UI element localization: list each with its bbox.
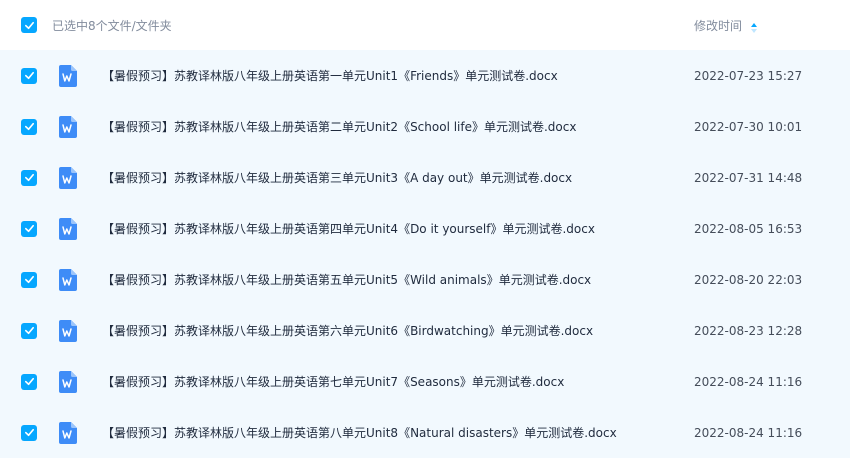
checkmark-icon	[24, 71, 34, 80]
file-modified-time: 2022-08-24 11:16	[694, 374, 803, 389]
checkmark-icon	[24, 377, 34, 386]
selection-count-label: 已选中8个文件/文件夹	[52, 18, 172, 33]
file-row[interactable]: 【暑假预习】苏教译林版八年级上册英语第八单元Unit8《Natural disa…	[0, 407, 850, 458]
row-checkbox[interactable]	[21, 424, 37, 441]
file-name[interactable]: 【暑假预习】苏教译林版八年级上册英语第一单元Unit1《Friends》单元测试…	[102, 67, 558, 84]
sort-arrows-icon	[750, 19, 758, 33]
file-name[interactable]: 【暑假预习】苏教译林版八年级上册英语第八单元Unit8《Natural disa…	[102, 424, 617, 441]
file-name[interactable]: 【暑假预习】苏教译林版八年级上册英语第七单元Unit7《Seasons》单元测试…	[102, 373, 564, 390]
file-modified-time: 2022-07-30 10:01	[694, 119, 803, 134]
word-document-icon	[59, 64, 77, 87]
row-checkbox[interactable]	[21, 271, 37, 288]
file-rows: 【暑假预习】苏教译林版八年级上册英语第一单元Unit1《Friends》单元测试…	[0, 50, 850, 458]
checkmark-icon	[24, 122, 34, 131]
file-modified-time: 2022-08-05 16:53	[694, 221, 803, 236]
sort-by-modified-time[interactable]: 修改时间	[694, 0, 758, 50]
word-document-icon	[59, 268, 77, 291]
file-name[interactable]: 【暑假预习】苏教译林版八年级上册英语第四单元Unit4《Do it yourse…	[102, 220, 595, 237]
checkmark-icon	[24, 275, 34, 284]
checkmark-icon	[24, 326, 34, 335]
row-checkbox[interactable]	[21, 220, 37, 237]
file-row[interactable]: 【暑假预习】苏教译林版八年级上册英语第五单元Unit5《Wild animals…	[0, 254, 850, 305]
file-name[interactable]: 【暑假预习】苏教译林版八年级上册英语第六单元Unit6《Birdwatching…	[102, 322, 593, 339]
checkmark-icon	[24, 428, 34, 437]
file-row[interactable]: 【暑假预习】苏教译林版八年级上册英语第一单元Unit1《Friends》单元测试…	[0, 50, 850, 101]
file-name[interactable]: 【暑假预习】苏教译林版八年级上册英语第五单元Unit5《Wild animals…	[102, 271, 591, 288]
select-all-checkbox[interactable]	[21, 17, 37, 33]
file-modified-time: 2022-07-31 14:48	[694, 170, 803, 185]
file-row[interactable]: 【暑假预习】苏教译林版八年级上册英语第四单元Unit4《Do it yourse…	[0, 203, 850, 254]
word-document-icon	[59, 217, 77, 240]
checkmark-icon	[24, 173, 34, 182]
checkmark-icon	[24, 21, 34, 29]
list-header: 已选中8个文件/文件夹 修改时间	[0, 0, 850, 50]
modified-time-header: 修改时间	[694, 18, 743, 33]
word-document-icon	[59, 115, 77, 138]
file-row[interactable]: 【暑假预习】苏教译林版八年级上册英语第三单元Unit3《A day out》单元…	[0, 152, 850, 203]
file-row[interactable]: 【暑假预习】苏教译林版八年级上册英语第二单元Unit2《School life》…	[0, 101, 850, 152]
file-list: 已选中8个文件/文件夹 修改时间 【暑假预习】苏教译林版八年级上册英语第一单元U…	[0, 0, 850, 461]
file-modified-time: 2022-08-24 11:16	[694, 425, 803, 440]
file-name[interactable]: 【暑假预习】苏教译林版八年级上册英语第二单元Unit2《School life》…	[102, 118, 576, 135]
file-name[interactable]: 【暑假预习】苏教译林版八年级上册英语第三单元Unit3《A day out》单元…	[102, 169, 572, 186]
file-modified-time: 2022-08-23 12:28	[694, 323, 803, 338]
file-modified-time: 2022-08-20 22:03	[694, 272, 803, 287]
row-checkbox[interactable]	[21, 118, 37, 135]
word-document-icon	[59, 319, 77, 342]
row-checkbox[interactable]	[21, 169, 37, 186]
word-document-icon	[59, 166, 77, 189]
file-modified-time: 2022-07-23 15:27	[694, 68, 803, 83]
word-document-icon	[59, 421, 77, 444]
row-checkbox[interactable]	[21, 322, 37, 339]
file-row[interactable]: 【暑假预习】苏教译林版八年级上册英语第七单元Unit7《Seasons》单元测试…	[0, 356, 850, 407]
row-checkbox[interactable]	[21, 67, 37, 84]
word-document-icon	[59, 370, 77, 393]
file-row[interactable]: 【暑假预习】苏教译林版八年级上册英语第六单元Unit6《Birdwatching…	[0, 305, 850, 356]
row-checkbox[interactable]	[21, 373, 37, 390]
checkmark-icon	[24, 224, 34, 233]
